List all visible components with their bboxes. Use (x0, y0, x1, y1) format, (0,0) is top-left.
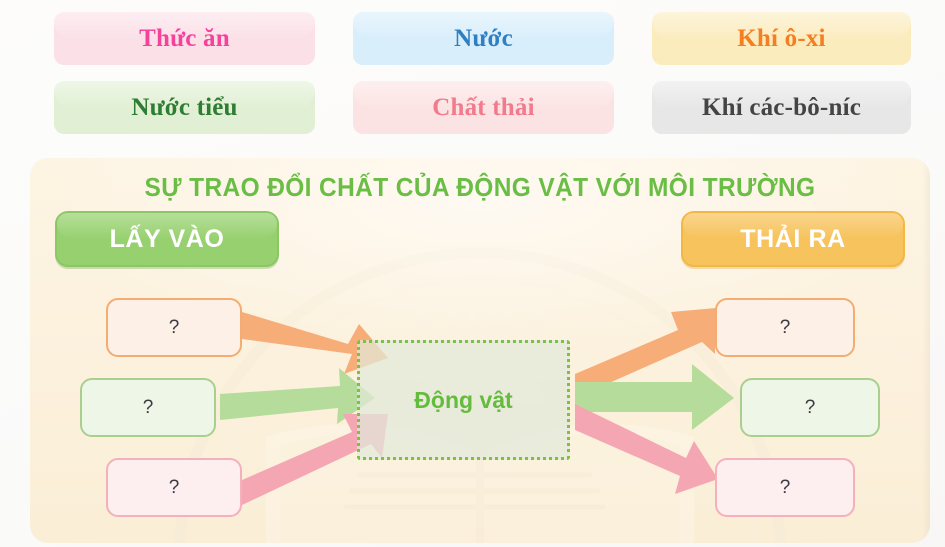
arrow-output-green (575, 364, 734, 430)
drop-slot-label: ? (168, 316, 180, 338)
word-chip-label: Nước (454, 24, 513, 52)
word-chip-label: Khí các-bô-níc (701, 93, 862, 121)
word-chip-label: Chất thải (432, 93, 535, 121)
drop-slot-label: ? (804, 396, 816, 418)
intake-header-button[interactable]: LẤY VÀO (55, 211, 279, 267)
arrow-intake-green (220, 368, 375, 424)
drop-slot-label: ? (142, 396, 154, 418)
page-title: SỰ TRAO ĐỔI CHẤT CỦA ĐỘNG VẬT VỚI MÔI TR… (144, 174, 816, 202)
word-chip-chat-thai[interactable]: Chất thải (353, 81, 614, 134)
word-chip-label: Thức ăn (139, 24, 230, 52)
page-edge (922, 158, 930, 543)
drop-slot-label: ? (168, 476, 180, 498)
word-chip-thuc-an[interactable]: Thức ăn (54, 12, 315, 65)
word-chip-label: Nước tiểu (131, 93, 238, 121)
word-bank: Thức ăn Nước Khí ô-xi Nước tiểu Chất thả… (0, 0, 945, 140)
center-node-dong-vat[interactable]: Động vật (357, 340, 570, 460)
intake-header-label: LẤY VÀO (109, 224, 225, 253)
word-chip-label: Khí ô-xi (737, 24, 826, 52)
drop-slot-output-2[interactable]: ? (740, 378, 880, 437)
drop-slot-label: ? (779, 316, 791, 338)
page-root: Thức ăn Nước Khí ô-xi Nước tiểu Chất thả… (0, 0, 945, 547)
word-chip-nuoc-tieu[interactable]: Nước tiểu (54, 81, 315, 134)
drop-slot-intake-2[interactable]: ? (80, 378, 216, 437)
drop-slot-output-3[interactable]: ? (715, 458, 855, 517)
drop-slot-label: ? (779, 476, 791, 498)
drop-slot-intake-3[interactable]: ? (106, 458, 242, 517)
word-chip-khi-cac-bo-nic[interactable]: Khí các-bô-níc (652, 81, 911, 134)
drop-slot-output-1[interactable]: ? (715, 298, 855, 357)
word-chip-khi-o-xi[interactable]: Khí ô-xi (652, 12, 911, 65)
diagram-panel: SỰ TRAO ĐỔI CHẤT CỦA ĐỘNG VẬT VỚI MÔI TR… (30, 158, 930, 543)
center-node-label: Động vật (414, 386, 513, 413)
output-header-button[interactable]: THẢI RA (681, 211, 905, 267)
word-chip-nuoc[interactable]: Nước (353, 12, 614, 65)
output-header-label: THẢI RA (740, 224, 846, 253)
arrow-output-pink (575, 404, 718, 494)
arrow-output-orange (575, 308, 716, 398)
drop-slot-intake-1[interactable]: ? (106, 298, 242, 357)
